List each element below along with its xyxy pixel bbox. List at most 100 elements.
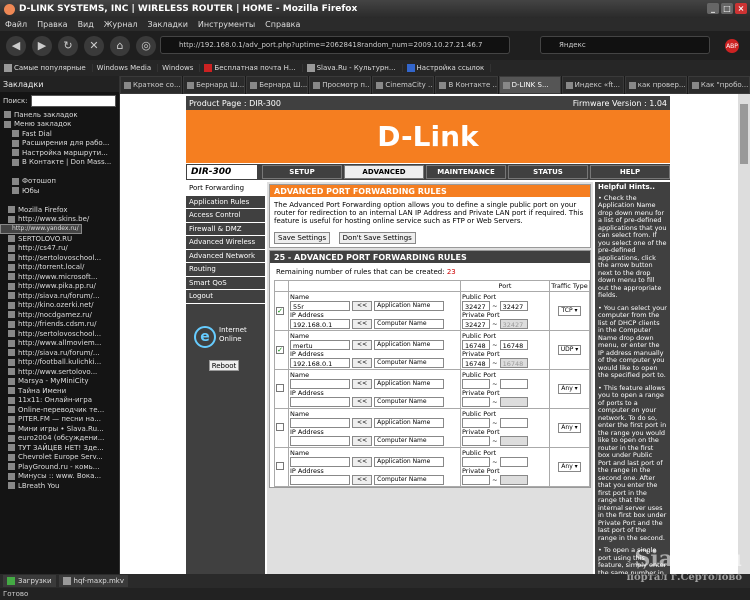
router-nav-item[interactable]: Logout — [186, 290, 265, 304]
menu-view[interactable]: Вид — [78, 20, 94, 29]
bookmark-tree-item[interactable]: Fast Dial — [0, 129, 119, 139]
bookmark-tree-item[interactable]: http://siava.ru/forum/... — [0, 348, 119, 358]
reload-icon[interactable]: ↻ — [58, 35, 78, 56]
traffic-type-select[interactable]: TCP ▾ — [558, 306, 581, 316]
fill-arrow-button[interactable]: << — [352, 457, 373, 467]
private-port-from[interactable] — [462, 475, 490, 485]
public-port-to[interactable]: 32427 — [499, 301, 528, 311]
menu-bookmarks[interactable]: Закладки — [147, 20, 187, 29]
rule-enable-checkbox[interactable] — [276, 423, 284, 431]
bookmark-tree-item[interactable] — [0, 167, 119, 177]
menu-help[interactable]: Справка — [265, 20, 300, 29]
rule-ip-input[interactable]: 192.168.0.1 — [290, 358, 350, 368]
computer-name-select[interactable]: Computer Name — [374, 319, 445, 329]
bookmark-item[interactable]: Бесплатная почта Н... — [204, 64, 303, 72]
download-item[interactable]: hqf-maxp.mkv — [58, 575, 128, 587]
private-port-from[interactable] — [462, 397, 490, 407]
rule-ip-input[interactable]: 192.168.0.1 — [290, 319, 350, 329]
bookmark-tree-item[interactable]: Фотошоп — [0, 177, 119, 187]
bookmark-tree-item[interactable]: Chevrolet Europe Serv... — [0, 453, 119, 463]
fill-arrow-button[interactable]: << — [352, 358, 373, 368]
rule-ip-input[interactable] — [290, 397, 350, 407]
bookmark-item[interactable]: Windows Media — [97, 64, 159, 72]
computer-name-select[interactable]: Computer Name — [374, 397, 445, 407]
fill-arrow-button[interactable]: << — [352, 319, 373, 329]
bookmark-item[interactable]: Windows — [162, 64, 201, 72]
router-nav-item[interactable]: Access Control — [186, 209, 265, 223]
speed-dial-icon[interactable]: ◎ — [136, 35, 156, 56]
dont-save-settings-button[interactable]: Don't Save Settings — [338, 232, 416, 244]
bookmark-tree-item[interactable]: 11x11: Онлайн-игра — [0, 396, 119, 406]
bookmark-tree-item[interactable]: SERTOLOVO.RU — [0, 234, 119, 244]
public-port-from[interactable]: 16748 — [462, 340, 490, 350]
rule-enable-checkbox[interactable] — [276, 384, 284, 392]
bookmark-tree-item[interactable]: Marsya - MyMiniCity — [0, 377, 119, 387]
bookmark-tree-item[interactable] — [0, 196, 119, 206]
public-port-from[interactable] — [462, 379, 490, 389]
browser-tab[interactable]: как провер... — [624, 76, 687, 94]
private-port-from[interactable]: 32427 — [462, 319, 490, 329]
application-name-select[interactable]: Application Name — [374, 340, 445, 350]
router-nav-item[interactable]: Advanced Wireless — [186, 236, 265, 250]
router-nav-item[interactable]: Firewall & DMZ — [186, 223, 265, 236]
bookmark-item[interactable]: Slava.Ru - Культурн... — [306, 64, 403, 72]
browser-tab[interactable]: Индекс «ft... — [561, 76, 624, 94]
bookmark-tree-item[interactable]: http://sertolovoschool... — [0, 253, 119, 263]
bookmark-tree-item[interactable]: Минусы :: www. Вока... — [0, 472, 119, 482]
application-name-select[interactable]: Application Name — [374, 379, 445, 389]
bookmark-tree-item[interactable]: Тайна Имени — [0, 386, 119, 396]
bookmark-tree-item[interactable]: Юбы — [0, 186, 119, 196]
bookmark-tree-item[interactable]: http://www.pika.pp.ru/ — [0, 282, 119, 292]
sidebar-search-input[interactable] — [30, 95, 116, 107]
browser-tab[interactable]: Бернард Ш... — [246, 76, 309, 94]
public-port-to[interactable] — [499, 379, 528, 389]
save-settings-button[interactable]: Save Settings — [274, 232, 331, 244]
rule-name-input[interactable]: 55r — [290, 301, 350, 311]
rule-name-input[interactable] — [290, 379, 350, 389]
bookmark-tree-item[interactable]: LBreath You — [0, 481, 119, 491]
bookmark-tree-item[interactable]: Меню закладок — [0, 120, 119, 130]
fill-arrow-button[interactable]: << — [352, 340, 373, 350]
bookmark-tree-item[interactable]: http://cs47.ru/ — [0, 244, 119, 254]
browser-tab[interactable]: Краткое со... — [120, 76, 183, 94]
bookmark-tree-item[interactable]: ТУТ ЗАЙЦЕВ НЕТ! Зде... — [0, 443, 119, 453]
router-nav-item[interactable]: Application Rules — [186, 196, 265, 209]
menu-history[interactable]: Журнал — [104, 20, 138, 29]
router-nav-item[interactable]: Advanced Network — [186, 250, 265, 263]
reboot-button[interactable]: Reboot — [209, 360, 239, 371]
tab-status[interactable]: STATUS — [508, 165, 588, 179]
computer-name-select[interactable]: Computer Name — [374, 436, 445, 446]
application-name-select[interactable]: Application Name — [374, 457, 445, 467]
bookmark-tree-item[interactable]: Расширения для рабо... — [0, 139, 119, 149]
tab-advanced[interactable]: ADVANCED — [344, 165, 424, 179]
bookmark-tree-item[interactable]: http://www.skins.be/ — [0, 215, 119, 225]
rule-name-input[interactable] — [290, 457, 350, 467]
fill-arrow-button[interactable]: << — [352, 397, 373, 407]
browser-tab[interactable]: CinemaCity ... — [372, 76, 435, 94]
tab-help[interactable]: HELP — [590, 165, 670, 179]
public-port-to[interactable] — [499, 457, 528, 467]
rule-name-input[interactable] — [290, 418, 350, 428]
fill-arrow-button[interactable]: << — [352, 436, 373, 446]
traffic-type-select[interactable]: UDP ▾ — [557, 345, 582, 355]
menu-tools[interactable]: Инструменты — [198, 20, 255, 29]
url-bar[interactable]: http://192.168.0.1/adv_port.php?uptime=2… — [160, 36, 510, 54]
bookmark-tree-item[interactable]: Мини игры • Slava.Ru... — [0, 424, 119, 434]
bookmark-item[interactable]: Настройка ссылок — [406, 64, 492, 72]
browser-tab[interactable]: Как "пробо... — [687, 76, 750, 94]
bookmark-tree-item[interactable]: http://www.yandex.ru/ — [0, 224, 82, 234]
rule-ip-input[interactable] — [290, 436, 350, 446]
rule-name-input[interactable]: mertu — [290, 340, 350, 350]
back-icon[interactable]: ◀ — [6, 35, 26, 56]
computer-name-select[interactable]: Computer Name — [374, 358, 445, 368]
traffic-type-select[interactable]: Any ▾ — [558, 384, 581, 394]
fill-arrow-button[interactable]: << — [352, 379, 373, 389]
tab-maintenance[interactable]: MAINTENANCE — [426, 165, 506, 179]
bookmark-tree-item[interactable]: http://football.kulichki... — [0, 358, 119, 368]
application-name-select[interactable]: Application Name — [374, 418, 445, 428]
application-name-select[interactable]: Application Name — [374, 301, 445, 311]
browser-tab[interactable]: D-LINK S... — [498, 76, 561, 94]
bookmark-tree-item[interactable]: PlayGround.ru - комь... — [0, 462, 119, 472]
adblock-icon[interactable]: ABP — [725, 39, 739, 53]
minimize-icon[interactable]: _ — [707, 3, 719, 14]
